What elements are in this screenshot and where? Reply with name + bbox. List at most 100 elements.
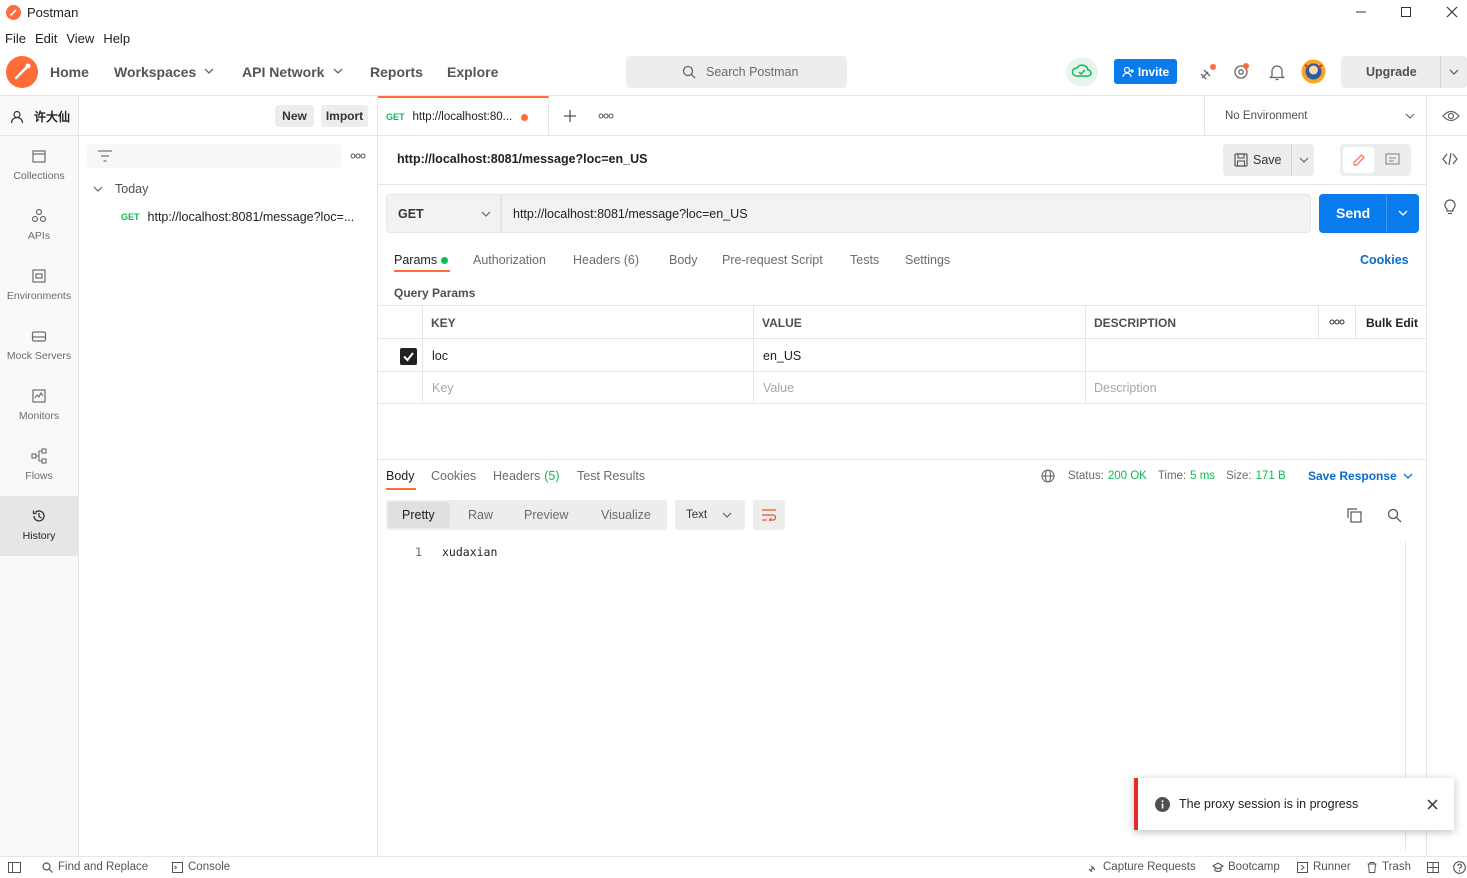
edit-toggle[interactable] [1340,144,1411,176]
environment-selector[interactable]: No Environment [1225,110,1307,122]
code-icon[interactable] [1442,153,1458,165]
sidebar-item-environments[interactable]: Environments [0,256,78,316]
tab-pre-request-script[interactable]: Pre-request Script [722,253,823,267]
wrap-lines-icon[interactable] [753,500,785,530]
edit-pencil-icon[interactable] [1343,147,1374,173]
comment-icon[interactable] [1385,153,1400,167]
size-value[interactable]: 171 B [1256,470,1286,482]
response-tab-cookies[interactable]: Cookies [431,469,476,483]
user-name: 许大仙 [34,110,71,124]
cookies-link[interactable]: Cookies [1360,253,1409,267]
search-icon[interactable] [1387,508,1402,523]
two-pane-icon[interactable] [1427,862,1439,873]
format-selector[interactable]: Text [675,500,745,530]
menu-edit[interactable]: Edit [35,31,57,46]
sidebar-item-monitors[interactable]: Monitors [0,376,78,436]
copy-icon[interactable] [1347,508,1362,523]
response-tab-test-results[interactable]: Test Results [577,469,645,483]
console-button[interactable]: Console [172,861,230,873]
request-tab[interactable]: GET http://localhost:80... [378,96,549,136]
send-button[interactable]: Send [1319,194,1419,233]
nav-explore[interactable]: Explore [447,64,498,80]
response-tab-body[interactable]: Body [386,469,415,483]
method-selector[interactable]: GET [386,194,501,233]
view-mode-raw[interactable]: Raw [468,508,493,522]
settings-icon[interactable] [1231,62,1251,82]
more-options-icon[interactable] [1329,319,1345,325]
param-checkbox[interactable] [400,348,417,365]
tab-tests[interactable]: Tests [850,253,879,267]
request-name[interactable]: http://localhost:8081/message?loc=en_US [397,152,647,166]
new-button[interactable]: New [275,105,314,127]
response-tab-headers[interactable]: Headers (5) [493,469,560,483]
sidebar-item-mock-servers[interactable]: Mock Servers [0,316,78,376]
bell-icon[interactable] [1268,62,1286,82]
sidebar-item-history[interactable]: History [0,496,78,556]
url-input[interactable]: http://localhost:8081/message?loc=en_US [501,194,1311,233]
history-filter-input[interactable] [87,144,341,168]
sidebar-item-apis[interactable]: APIs [0,196,78,256]
capture-requests-button[interactable]: Capture Requests [1088,861,1196,873]
runner-button[interactable]: Runner [1297,861,1351,873]
chevron-down-icon[interactable] [1449,69,1459,76]
tab-headers[interactable]: Headers (6) [573,253,639,267]
save-response-button[interactable]: Save Response [1308,469,1413,483]
status-value[interactable]: 200 OK [1108,470,1147,482]
chevron-down-icon[interactable] [1398,210,1408,217]
param-value[interactable]: en_US [763,349,801,363]
chevron-down-icon[interactable] [1299,157,1309,164]
time-value[interactable]: 5 ms [1190,470,1215,482]
menu-help[interactable]: Help [103,31,130,46]
more-tabs-icon[interactable] [598,113,614,119]
close-window-icon[interactable] [1446,6,1458,18]
bootcamp-button[interactable]: Bootcamp [1212,861,1280,873]
tab-params[interactable]: Params [394,253,437,267]
nav-api-network[interactable]: API Network [242,64,324,80]
save-button[interactable]: Save [1223,144,1314,176]
chevron-down-icon[interactable] [1405,113,1415,120]
satellite-icon[interactable] [1198,62,1218,82]
bulk-edit-button[interactable]: Bulk Edit [1366,316,1418,330]
sync-status-icon[interactable] [1066,58,1098,86]
param-key[interactable]: loc [432,349,448,363]
history-entry[interactable]: GET http://localhost:8081/message?loc=..… [121,210,371,224]
view-mode-pretty[interactable]: Pretty [388,502,450,528]
trash-button[interactable]: Trash [1367,861,1411,873]
close-icon[interactable] [1427,799,1438,810]
eye-icon[interactable] [1442,109,1460,123]
view-mode-preview[interactable]: Preview [524,508,568,522]
active-tab-underline [394,270,450,272]
new-param-description-input[interactable]: Description [1094,381,1157,395]
avatar[interactable] [1301,59,1326,84]
response-body-text[interactable]: xudaxian [442,545,497,559]
toggle-sidebar-icon[interactable] [8,862,21,873]
search-box[interactable]: Search Postman [626,56,847,88]
globe-icon[interactable] [1041,469,1055,483]
history-group-today[interactable]: Today [93,182,148,196]
postman-brand-icon[interactable] [6,56,38,88]
tab-body[interactable]: Body [669,253,698,267]
tab-authorization[interactable]: Authorization [473,253,546,267]
upgrade-button[interactable]: Upgrade [1341,56,1467,88]
nav-home[interactable]: Home [50,64,89,80]
sidebar-item-collections[interactable]: Collections [0,136,78,196]
new-tab-icon[interactable] [563,109,577,123]
nav-workspaces[interactable]: Workspaces [114,64,196,80]
tab-settings[interactable]: Settings [905,253,950,267]
new-param-key-input[interactable]: Key [432,381,454,395]
user-workspace[interactable]: 许大仙 [10,108,70,125]
maximize-icon[interactable] [1400,6,1412,18]
minimize-icon[interactable] [1355,6,1367,18]
sidebar-item-flows[interactable]: Flows [0,436,78,496]
help-icon[interactable] [1453,861,1466,874]
invite-button[interactable]: Invite [1114,59,1177,84]
more-options-icon[interactable] [350,153,366,159]
import-button[interactable]: Import [321,105,368,127]
find-replace-button[interactable]: Find and Replace [42,861,148,873]
menu-file[interactable]: File [5,31,26,46]
view-mode-visualize[interactable]: Visualize [601,508,651,522]
lightbulb-icon[interactable] [1444,199,1456,215]
new-param-value-input[interactable]: Value [763,381,794,395]
menu-view[interactable]: View [66,31,94,46]
nav-reports[interactable]: Reports [370,64,423,80]
